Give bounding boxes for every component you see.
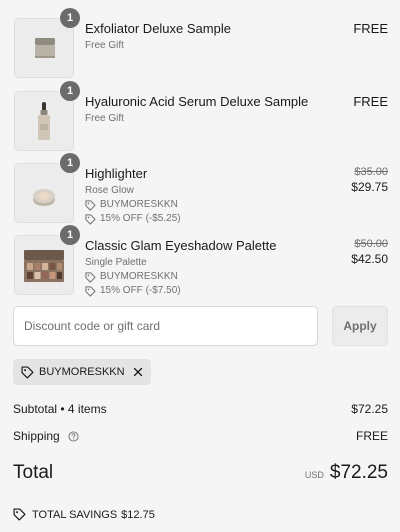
total-savings: TOTAL SAVINGS $12.75 xyxy=(13,508,155,521)
product-price: $42.50 xyxy=(351,252,388,266)
tag-icon xyxy=(13,508,26,521)
line-item: 1 Highlighter Rose Glow BUYMORESKKN 15% … xyxy=(14,153,388,226)
line-item: 1 Hyaluronic Acid Serum Deluxe Sample Fr… xyxy=(14,81,388,151)
shipping-label: Shipping xyxy=(13,429,60,443)
product-price: FREE xyxy=(353,94,388,109)
product-variant: Free Gift xyxy=(85,113,124,124)
serum-dropper-bottle-icon xyxy=(15,92,73,150)
savings-amount: $12.75 xyxy=(121,508,155,521)
close-icon xyxy=(133,367,142,377)
tag-icon xyxy=(85,199,96,211)
subtotal-row: Subtotal • 4 items $72.25 xyxy=(13,402,388,416)
discount-amount: 15% OFF (-$5.25) xyxy=(100,213,181,224)
discount-amount-line: 15% OFF (-$7.50) xyxy=(85,284,298,298)
quantity-badge: 1 xyxy=(60,8,80,28)
applied-discount-chip: BUYMORESKKN xyxy=(13,359,151,385)
discount-amount-line: 15% OFF (-$5.25) xyxy=(85,212,298,226)
highlighter-compact-icon xyxy=(15,164,73,222)
discount-code-line: BUYMORESKKN xyxy=(85,270,298,284)
original-price: $50.00 xyxy=(354,238,388,250)
product-price: FREE xyxy=(353,21,388,36)
discount-code-line: BUYMORESKKN xyxy=(85,198,298,212)
shipping-value: FREE xyxy=(355,429,388,443)
subtotal-value: $72.25 xyxy=(351,402,388,416)
original-price: $35.00 xyxy=(354,166,388,178)
exfoliator-jar-icon xyxy=(15,19,73,77)
discount-amount: 15% OFF (-$7.50) xyxy=(100,285,181,296)
product-variant: Free Gift xyxy=(85,40,124,51)
total-amount: $72.25 xyxy=(329,462,388,483)
tag-icon xyxy=(85,285,96,297)
tag-icon xyxy=(85,271,96,283)
quantity-badge: 1 xyxy=(60,153,80,173)
shipping-row: Shipping FREE xyxy=(13,429,388,443)
product-price: $29.75 xyxy=(351,180,388,194)
quantity-badge: 1 xyxy=(60,225,80,245)
remove-discount-button[interactable] xyxy=(133,367,143,377)
total-row: Total USD $72.25 xyxy=(13,462,388,484)
product-name: Exfoliator Deluxe Sample xyxy=(85,21,231,36)
tag-icon xyxy=(21,365,34,379)
discount-code-input[interactable] xyxy=(13,306,318,346)
help-icon[interactable] xyxy=(68,431,79,442)
discount-code: BUYMORESKKN xyxy=(100,199,178,210)
order-summary: 1 Exfoliator Deluxe Sample Free Gift FRE… xyxy=(0,0,400,532)
product-name: Hyaluronic Acid Serum Deluxe Sample xyxy=(85,94,309,109)
line-item: 1 Classic Glam Eyeshadow Palette Single … xyxy=(14,225,388,298)
savings-label: TOTAL SAVINGS xyxy=(32,508,118,521)
product-variant: Single Palette xyxy=(85,257,147,268)
discount-code: BUYMORESKKN xyxy=(100,271,178,282)
eyeshadow-palette-icon xyxy=(15,236,73,294)
subtotal-label: Subtotal • 4 items xyxy=(13,402,107,416)
product-variant: Rose Glow xyxy=(85,185,134,196)
tag-icon xyxy=(85,213,96,225)
line-item: 1 Exfoliator Deluxe Sample Free Gift FRE… xyxy=(14,8,388,78)
product-name: Highlighter xyxy=(85,166,148,181)
applied-code-label: BUYMORESKKN xyxy=(39,366,125,378)
currency-code: USD xyxy=(304,470,324,480)
apply-button[interactable]: Apply xyxy=(332,306,388,346)
quantity-badge: 1 xyxy=(60,81,80,101)
product-name: Classic Glam Eyeshadow Palette xyxy=(85,238,277,253)
total-label: Total xyxy=(13,462,54,483)
